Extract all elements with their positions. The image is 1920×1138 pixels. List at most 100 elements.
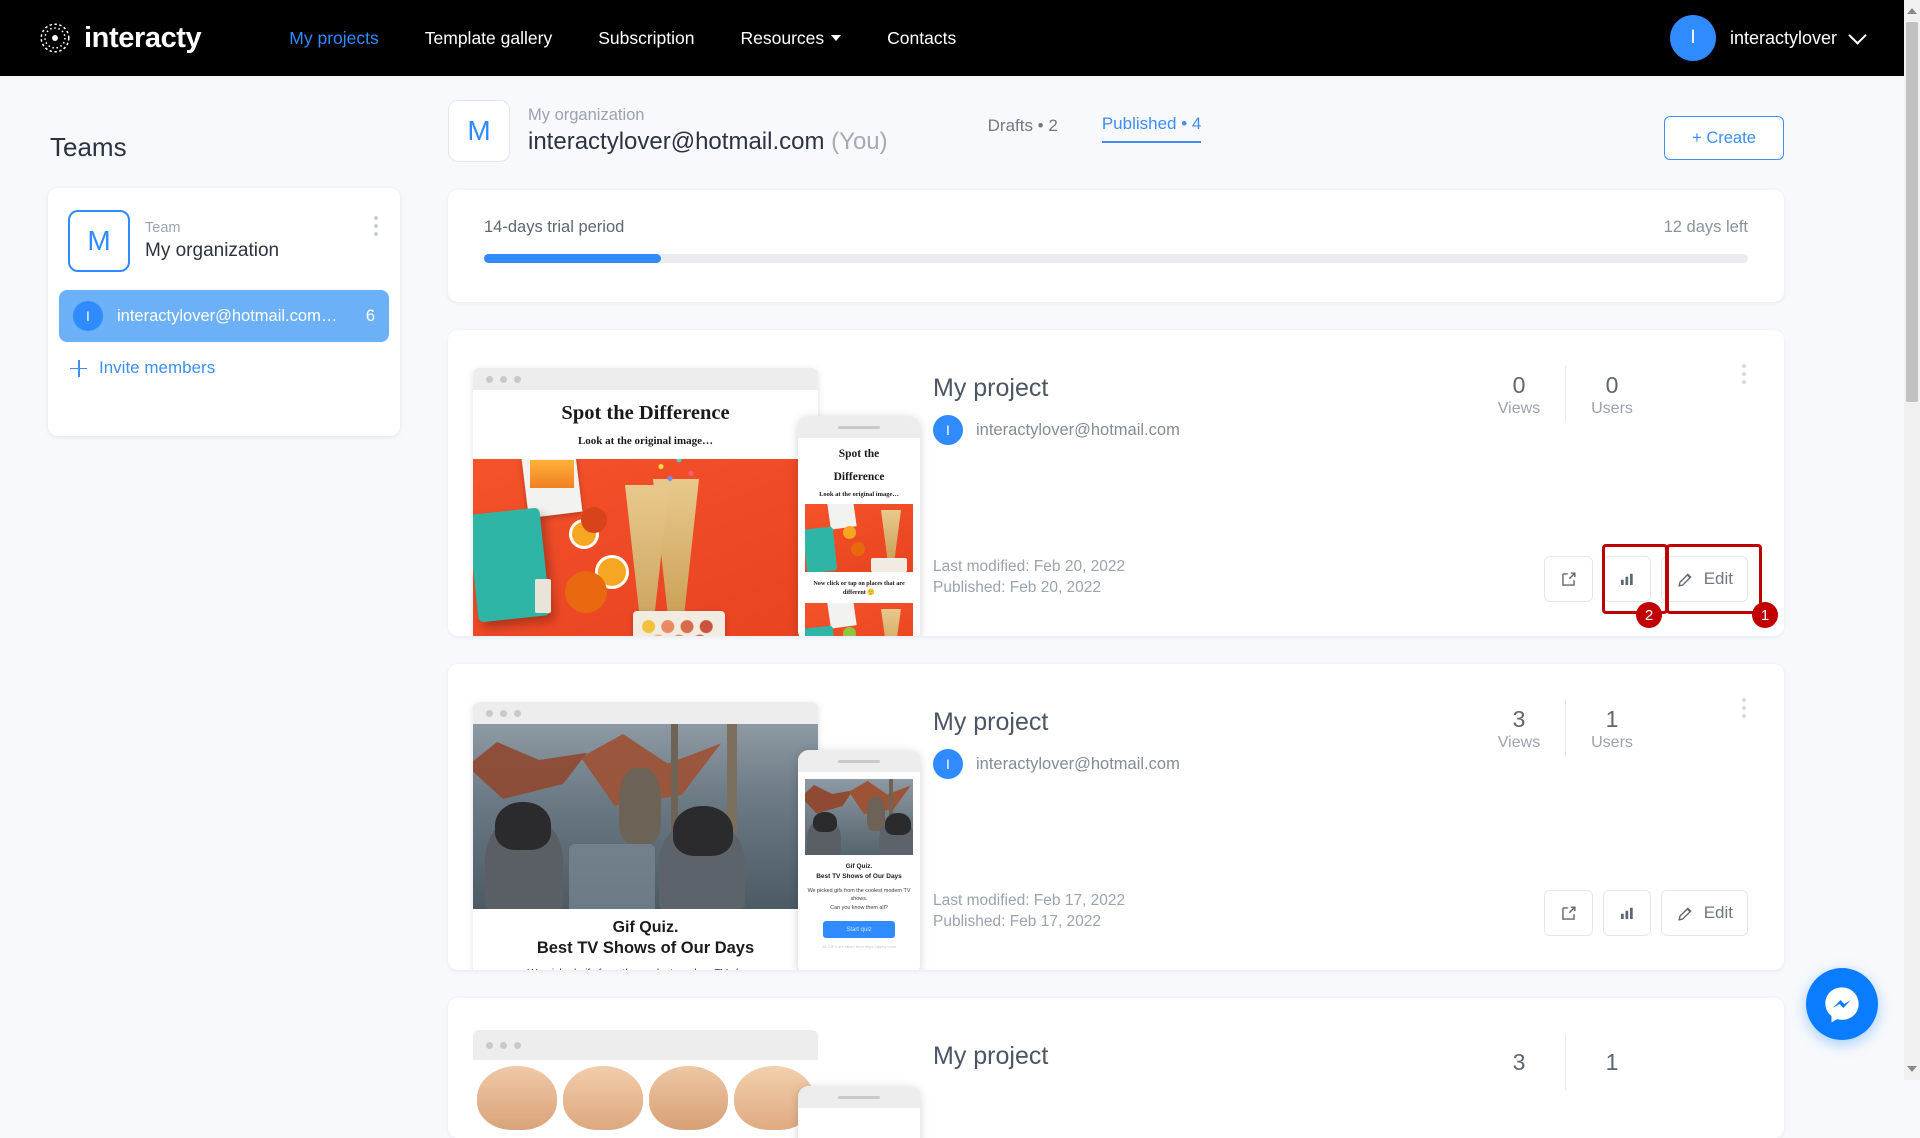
project-filter-tabs: Drafts • 2 Published • 4 [988,114,1202,149]
trial-period-card: 14-days trial period 12 days left [448,190,1784,302]
phone-preview-image-2 [805,603,913,636]
scrollbar-thumb[interactable] [1906,22,1918,402]
desktop-preview: Gif Quiz. Best TV Shows of Our Days We p… [473,702,818,970]
team-row[interactable]: M Team My organization [48,188,400,272]
preview-phone-chrome [798,750,920,772]
edit-label: Edit [1704,903,1733,923]
preview-desc-line1: We picked gifs from the coolest modern T… [481,966,810,970]
edit-button[interactable]: Edit [1661,556,1748,602]
plus-icon [70,360,87,377]
nav-item-subscription[interactable]: Subscription [598,28,694,49]
phone-preview-title-line1: Spot the [798,447,920,461]
phone-preview-image [805,779,913,855]
page-title: Teams [50,132,127,163]
scroll-up-arrow-icon[interactable] [1907,8,1917,14]
external-link-icon [1559,570,1578,589]
project-stats: 3 Views 1 Users [1473,700,1658,756]
views-stat: 3 [1473,1047,1565,1077]
phone-preview-note: Now click or tap on places that are diff… [798,579,920,597]
phone-preview-title-line2: Best TV Shows of Our Days [798,872,920,881]
views-label: Views [1473,734,1565,752]
project-options-kebab-icon[interactable] [1742,364,1746,384]
edit-button[interactable]: Edit [1661,890,1748,936]
nav-item-my-projects[interactable]: My projects [289,28,378,49]
project-card[interactable]: Spot the Difference Look at the original… [448,330,1784,636]
preview-phone-chrome [798,416,920,438]
project-dates: Last modified: Feb 17, 2022 Published: F… [933,890,1125,932]
brand-name: interacty [84,22,201,55]
project-stats: 3 1 [1473,1034,1658,1090]
avatar: I [933,749,963,779]
tab-published[interactable]: Published • 4 [1102,114,1202,143]
organization-header: M My organization interactylover@hotmail… [448,76,1856,162]
member-project-count: 6 [366,307,375,326]
nav-item-contacts[interactable]: Contacts [887,28,956,49]
main-content: M My organization interactylover@hotmail… [448,76,1856,1138]
team-type-label: Team [145,219,279,238]
preview-subtitle: Look at the original image… [473,435,818,447]
team-options-kebab-icon[interactable] [374,216,378,236]
organization-you-tag: (You) [831,128,887,155]
page-scrollbar[interactable] [1904,0,1920,1080]
project-card[interactable]: Gif Quiz. Best TV Shows of Our Days We p… [448,664,1784,970]
project-details: My project 3 1 [933,998,1784,1138]
phone-preview-image-1 [805,504,913,572]
project-thumbnail[interactable]: Gif Quiz. Best TV Shows of Our Days We p… [473,702,933,970]
nav-label: My projects [289,28,378,49]
messenger-chat-button[interactable] [1806,968,1878,1040]
annotation-badge-2: 2 [1636,602,1662,628]
views-count: 3 [1473,704,1565,734]
open-external-button[interactable] [1544,556,1593,602]
teams-panel: M Team My organization I interactylover@… [48,188,400,436]
mobile-preview: Spot the Difference Look at the original… [798,416,920,636]
users-stat: 0 Users [1566,370,1658,418]
nav-item-template-gallery[interactable]: Template gallery [425,28,552,49]
users-stat: 1 Users [1566,704,1658,752]
avatar: I [73,301,103,331]
pencil-icon [1676,570,1695,589]
project-stats: 0 Views 0 Users [1473,366,1658,422]
project-card[interactable]: My project 3 1 [448,998,1784,1138]
project-owner-email: interactylover@hotmail.com [976,421,1180,440]
messenger-icon [1822,984,1862,1024]
pencil-icon [1676,904,1695,923]
phone-preview-desc-line1: We picked gifs from the coolest modern T… [798,887,920,903]
project-dates: Last modified: Feb 20, 2022 Published: F… [933,556,1125,598]
brand-logo[interactable]: interacty [36,19,201,57]
nav-item-resources[interactable]: Resources [741,28,842,49]
organization-name-label: My organization [528,104,888,126]
bar-chart-icon [1618,904,1636,922]
avatar: I [1670,15,1716,61]
views-count: 0 [1473,370,1565,400]
trial-progress-track [484,254,1748,263]
views-stat: 3 Views [1473,704,1565,752]
mobile-preview [798,1086,920,1138]
trial-progress-fill [484,254,661,263]
user-menu[interactable]: I interactylover [1670,15,1864,61]
analytics-button[interactable] [1603,890,1651,936]
project-actions: Edit [1544,556,1748,602]
invite-members-button[interactable]: Invite members [70,358,400,378]
views-label: Views [1473,400,1565,418]
chevron-down-icon [1848,26,1866,44]
desktop-preview: Spot the Difference Look at the original… [473,368,818,636]
project-thumbnail[interactable]: Spot the Difference Look at the original… [473,368,933,636]
tab-drafts[interactable]: Drafts • 2 [988,116,1058,143]
mobile-preview: Gif Quiz. Best TV Shows of Our Days We p… [798,750,920,970]
create-button[interactable]: + Create [1664,116,1784,160]
preview-title: Spot the Difference [473,402,818,425]
scroll-down-arrow-icon[interactable] [1907,1066,1917,1072]
analytics-button[interactable] [1603,556,1651,602]
preview-title-line2: Best TV Shows of Our Days [481,939,810,958]
preview-phone-chrome [798,1086,920,1108]
chevron-down-icon [831,35,841,41]
project-last-modified: Last modified: Feb 20, 2022 [933,556,1125,577]
team-member-row[interactable]: I interactylover@hotmail.com… 6 [59,290,389,342]
nav-label: Resources [741,28,825,49]
phone-start-quiz-button: Start quiz [823,921,895,938]
project-thumbnail[interactable] [473,1030,933,1138]
open-external-button[interactable] [1544,890,1593,936]
preview-browser-chrome [473,1030,818,1060]
preview-image [473,459,818,636]
project-options-kebab-icon[interactable] [1742,698,1746,718]
